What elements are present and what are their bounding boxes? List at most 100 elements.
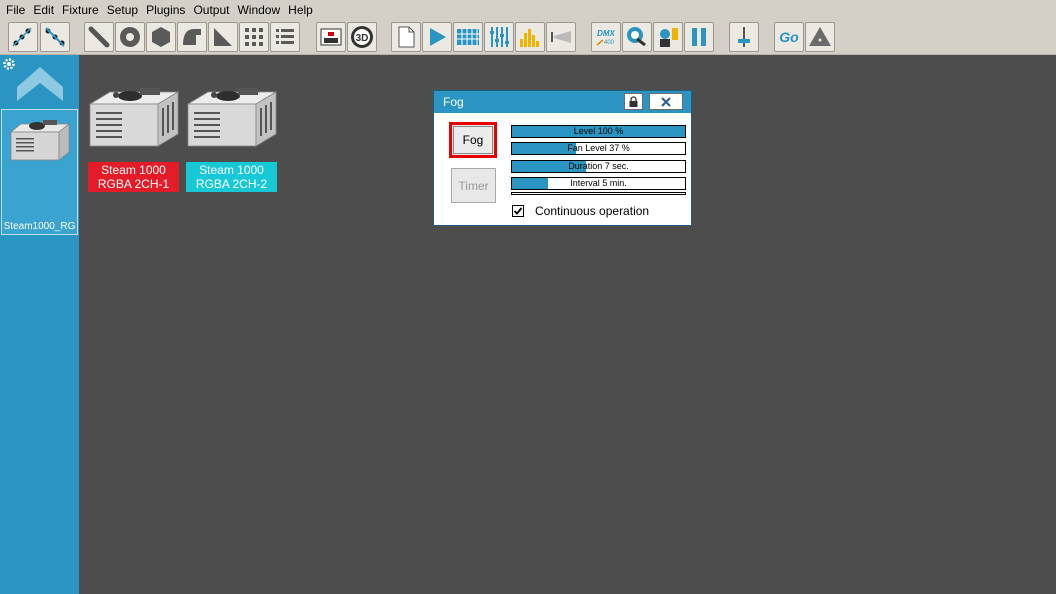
group-fixtures-icon <box>12 27 32 47</box>
fixture-steam-1000-1[interactable]: Steam 1000 RGBA 2CH-1 <box>88 80 180 192</box>
document-icon <box>398 26 415 48</box>
play-button[interactable] <box>422 22 452 52</box>
fog-dialog: Fog Fog Timer Level 100 % Fan Level 37 %… <box>433 90 692 226</box>
matrix-grid-icon <box>245 28 263 46</box>
interval-slider-label: Interval 5 min. <box>570 178 627 188</box>
fog-machine-icon <box>88 88 180 147</box>
equalizer-icon <box>520 29 539 47</box>
dmx-output-button[interactable]: DMX 400 <box>591 22 621 52</box>
group-fixtures-button[interactable] <box>8 22 38 52</box>
menu-window[interactable]: Window <box>233 0 284 20</box>
circle-shape-button[interactable] <box>115 22 145 52</box>
triangle-shape-icon <box>214 28 232 46</box>
go-icon: Go <box>779 29 799 45</box>
dmx-icon: DMX 400 <box>596 29 616 46</box>
beam-icon <box>551 31 571 43</box>
beam-button[interactable] <box>546 22 576 52</box>
timer-button[interactable]: Timer <box>451 168 496 203</box>
fog-machine-icon <box>9 120 71 161</box>
menu-plugins[interactable]: Plugins <box>142 0 189 20</box>
pause-icon <box>692 28 706 46</box>
dialog-titlebar[interactable]: Fog <box>434 91 691 113</box>
interval-slider[interactable]: Interval 5 min. <box>511 177 686 190</box>
moving-head-icon <box>660 28 678 47</box>
menu-edit[interactable]: Edit <box>29 0 58 20</box>
menu-setup[interactable]: Setup <box>103 0 142 20</box>
continuous-operation-checkbox[interactable] <box>512 205 524 217</box>
color-picker-button[interactable] <box>622 22 652 52</box>
fog-machine-icon <box>186 88 278 147</box>
polygon-shape-icon <box>152 27 170 47</box>
fixture-name-line2: RGBA 2CH-1 <box>97 177 170 191</box>
lock-icon <box>629 95 638 107</box>
faders-button[interactable] <box>484 22 514 52</box>
moving-head-button[interactable] <box>653 22 683 52</box>
fog-button-label: Fog <box>453 126 493 154</box>
3d-view-button[interactable]: 3D <box>347 22 377 52</box>
duration-slider[interactable]: Duration 7 sec. <box>511 160 686 173</box>
play-icon <box>430 28 446 46</box>
ungroup-fixtures-icon <box>45 27 65 47</box>
triangle-warning-icon <box>809 27 831 46</box>
menu-fixture[interactable]: Fixture <box>58 0 103 20</box>
menu-help[interactable]: Help <box>284 0 317 20</box>
list-view-button[interactable] <box>270 22 300 52</box>
pause-button[interactable] <box>684 22 714 52</box>
fixture-name-line2: RGBA 2CH-2 <box>195 177 268 191</box>
new-scene-button[interactable] <box>391 22 421 52</box>
close-icon <box>661 96 671 107</box>
sidebar-fixture-item[interactable]: Steam1000_RG <box>1 109 78 235</box>
ungroup-fixtures-button[interactable] <box>40 22 70 52</box>
timeline-grid-icon <box>457 29 479 45</box>
color-palette-icon <box>627 27 646 47</box>
svg-text:DMX: DMX <box>597 29 615 38</box>
line-shape-button[interactable] <box>84 22 114 52</box>
fog-button[interactable]: Fog <box>449 122 497 158</box>
faders-icon <box>490 27 509 47</box>
dialog-title: Fog <box>443 95 464 109</box>
toolbar: 3D DMX 400 Go <box>0 20 1056 55</box>
checkmark-icon <box>513 207 523 215</box>
fixture-tag-2: Steam 1000 RGBA 2CH-2 <box>186 162 277 192</box>
gear-icon[interactable] <box>2 57 16 71</box>
3d-icon: 3D <box>351 26 373 48</box>
arc-shape-icon <box>183 29 201 45</box>
chevron-up-icon[interactable] <box>15 65 65 107</box>
go-button[interactable]: Go <box>774 22 804 52</box>
fixture-steam-1000-2[interactable]: Steam 1000 RGBA 2CH-2 <box>186 80 278 192</box>
fan-level-slider[interactable]: Fan Level 37 % <box>511 142 686 155</box>
circle-shape-icon <box>120 27 140 47</box>
fixture-name-line1: Steam 1000 <box>101 163 166 177</box>
close-button[interactable] <box>649 93 683 110</box>
stage-triangle-button[interactable] <box>805 22 835 52</box>
triangle-shape-button[interactable] <box>208 22 238 52</box>
polygon-shape-button[interactable] <box>146 22 176 52</box>
master-fader-icon <box>738 27 750 47</box>
svg-text:3D: 3D <box>356 33 369 44</box>
level-slider[interactable]: Level 100 % <box>511 125 686 138</box>
audio-analyzer-button[interactable] <box>515 22 545 52</box>
menu-output[interactable]: Output <box>189 0 233 20</box>
timeline-button[interactable] <box>453 22 483 52</box>
level-slider-label: Level 100 % <box>573 126 624 136</box>
list-icon <box>276 29 294 44</box>
fan-level-slider-label: Fan Level 37 % <box>567 143 630 153</box>
continuous-operation-label: Continuous operation <box>535 204 650 218</box>
menu-file[interactable]: File <box>2 0 29 20</box>
stage-view-button[interactable] <box>316 22 346 52</box>
fixture-tag-1: Steam 1000 RGBA 2CH-1 <box>88 162 179 192</box>
matrix-shape-button[interactable] <box>239 22 269 52</box>
lock-button[interactable] <box>624 93 643 110</box>
sidebar-fixture-label: Steam1000_RG <box>3 221 76 232</box>
stage-icon <box>320 28 342 46</box>
fixture-name-line1: Steam 1000 <box>199 163 264 177</box>
svg-text:400: 400 <box>604 40 615 46</box>
svg-text:Go: Go <box>779 29 799 45</box>
menu-bar: File Edit Fixture Setup Plugins Output W… <box>0 0 1056 20</box>
master-fader-button[interactable] <box>729 22 759 52</box>
extra-slider[interactable] <box>511 192 686 195</box>
arc-shape-button[interactable] <box>177 22 207 52</box>
fixture-sidebar: Steam1000_RG <box>0 55 79 594</box>
line-shape-icon <box>88 26 110 48</box>
duration-slider-label: Duration 7 sec. <box>568 161 629 171</box>
